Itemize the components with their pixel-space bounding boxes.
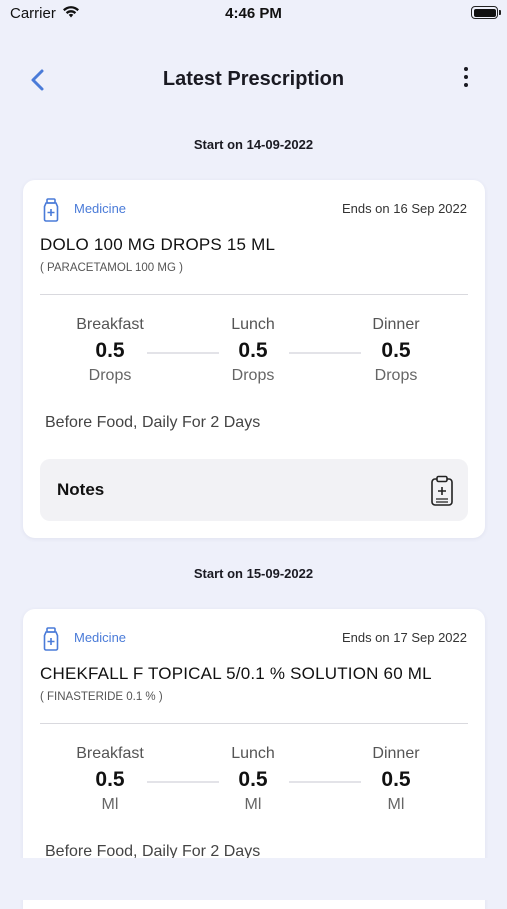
dosage-instruction: Before Food, Daily For 2 Days xyxy=(45,414,261,431)
divider xyxy=(40,723,468,724)
clock: 4:46 PM xyxy=(225,5,282,22)
notes-section[interactable]: Notes xyxy=(40,459,468,521)
drug-generic-name: ( PARACETAMOL 100 MG ) xyxy=(40,262,183,274)
meal-label: Dinner xyxy=(372,316,420,333)
dose-quantity: 0.5 xyxy=(238,339,268,362)
dose-lunch: Lunch 0.5 Drops xyxy=(198,316,308,385)
meal-label: Dinner xyxy=(372,745,420,762)
dose-quantity: 0.5 xyxy=(95,339,125,362)
medicine-bottle-icon xyxy=(41,198,61,227)
dose-unit: Ml xyxy=(387,796,405,813)
dose-quantity: 0.5 xyxy=(238,768,268,791)
drug-generic-name: ( FINASTERIDE 0.1 % ) xyxy=(40,691,163,703)
dose-unit: Drops xyxy=(88,367,132,384)
dose-breakfast: Breakfast 0.5 Ml xyxy=(55,745,165,814)
dose-dinner: Dinner 0.5 Ml xyxy=(341,745,451,814)
dose-unit: Ml xyxy=(244,796,262,813)
end-date-label: Ends on 17 Sep 2022 xyxy=(341,630,467,645)
dose-unit: Ml xyxy=(101,796,119,813)
dose-quantity: 0.5 xyxy=(381,339,411,362)
more-vertical-icon xyxy=(461,67,471,87)
start-date-label: Start on 15-09-2022 xyxy=(193,566,314,581)
start-date-label: Start on 14-09-2022 xyxy=(193,137,314,152)
nav-bar: Latest Prescription xyxy=(0,55,507,107)
medicine-bottle-icon xyxy=(41,627,61,656)
dose-quantity: 0.5 xyxy=(95,768,125,791)
page-title: Latest Prescription xyxy=(162,68,345,90)
dose-quantity: 0.5 xyxy=(381,768,411,791)
drug-name: CHEKFALL F TOPICAL 5/0.1 % SOLUTION 60 M… xyxy=(40,664,432,683)
battery-icon xyxy=(471,6,501,19)
medicine-type-label: Medicine xyxy=(74,201,127,216)
meal-label: Breakfast xyxy=(76,745,144,762)
status-bar: Carrier 4:46 PM xyxy=(0,0,507,30)
dose-unit: Drops xyxy=(231,367,275,384)
end-date-label: Ends on 16 Sep 2022 xyxy=(341,201,467,216)
divider xyxy=(40,294,468,295)
dose-lunch: Lunch 0.5 Ml xyxy=(198,745,308,814)
dose-dinner: Dinner 0.5 Drops xyxy=(341,316,451,385)
clipboard-icon xyxy=(430,475,454,512)
notes-label: Notes xyxy=(57,480,105,499)
bottom-safe-area xyxy=(0,858,507,900)
meal-label: Breakfast xyxy=(76,316,144,333)
drug-name: DOLO 100 MG DROPS 15 ML xyxy=(40,235,276,254)
prescription-card[interactable]: Medicine Ends on 16 Sep 2022 DOLO 100 MG… xyxy=(23,180,485,538)
meal-label: Lunch xyxy=(231,316,275,333)
more-options-button[interactable] xyxy=(461,67,471,93)
meal-label: Lunch xyxy=(231,745,275,762)
medicine-type-label: Medicine xyxy=(74,630,127,645)
dose-unit: Drops xyxy=(374,367,418,384)
dose-breakfast: Breakfast 0.5 Drops xyxy=(55,316,165,385)
